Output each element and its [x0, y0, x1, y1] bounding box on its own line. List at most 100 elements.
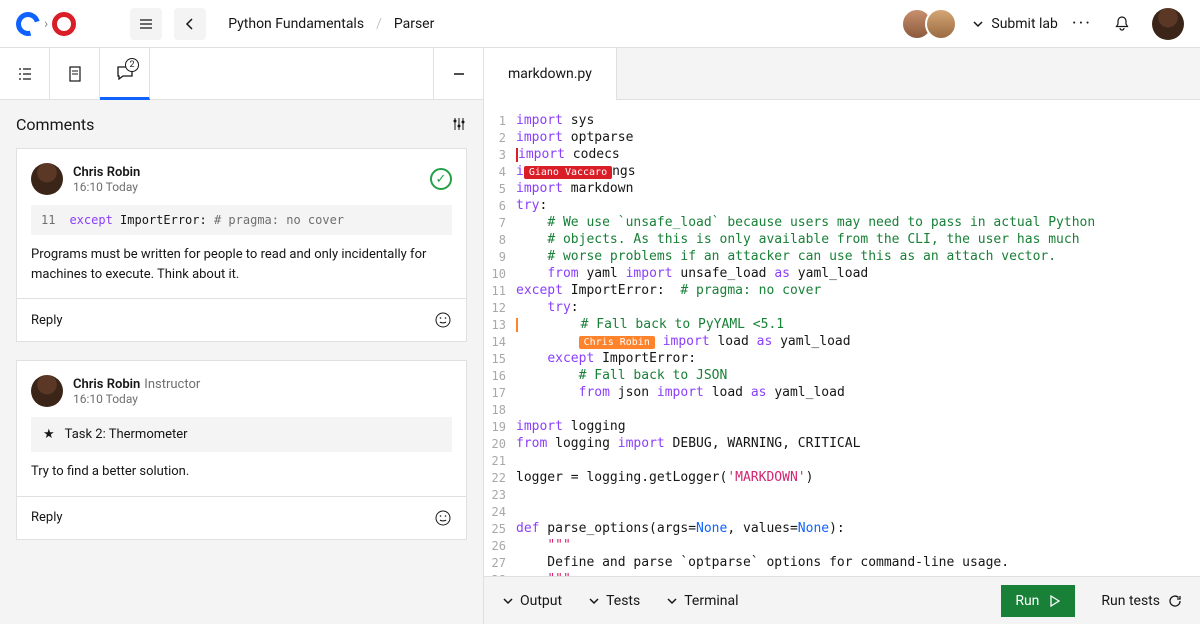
tab-outline[interactable]	[0, 48, 50, 100]
code-line[interactable]: 1import sys	[484, 112, 1200, 129]
code-line[interactable]: 14 Chris Robin import load as yaml_load	[484, 333, 1200, 350]
run-button[interactable]: Run	[1001, 585, 1075, 617]
run-tests-label: Run tests	[1101, 593, 1160, 609]
terminal-label: Terminal	[684, 593, 738, 609]
logo-o-icon	[52, 12, 76, 36]
star-icon: ★	[43, 427, 55, 442]
line-number: 2	[484, 131, 516, 145]
code-line[interactable]: 8 # objects. As this is only available f…	[484, 231, 1200, 248]
document-icon	[66, 65, 84, 83]
code-line[interactable]: 13 # Fall back to PyYAML <5.1	[484, 316, 1200, 333]
task-label: Task 2: Thermometer	[65, 427, 188, 442]
code-line[interactable]: 27 Define and parse `optparse` options f…	[484, 554, 1200, 571]
menu-button[interactable]	[130, 8, 162, 40]
breadcrumb-course[interactable]: Python Fundamentals	[228, 16, 364, 32]
code-line[interactable]: 9 # worse problems if an attacker can us…	[484, 248, 1200, 265]
filter-icon[interactable]	[451, 116, 467, 132]
code-line[interactable]: 20from logging import DEBUG, WARNING, CR…	[484, 435, 1200, 452]
code-line[interactable]: 26 """	[484, 537, 1200, 554]
file-tabs: markdown.py	[484, 48, 1200, 99]
line-number: 7	[484, 216, 516, 230]
code-line[interactable]: 12 try:	[484, 299, 1200, 316]
file-tab-active[interactable]: markdown.py	[484, 48, 617, 100]
code-editor[interactable]: 1import sys2import optparse3import codec…	[484, 100, 1200, 576]
logo[interactable]: ›	[16, 12, 76, 36]
code-line[interactable]: 2import optparse	[484, 129, 1200, 146]
comment-code-snippet[interactable]: 11except ImportError: # pragma: no cover	[31, 205, 452, 235]
code-line[interactable]: 24	[484, 503, 1200, 520]
code-line[interactable]: 15 except ImportError:	[484, 350, 1200, 367]
bell-icon	[1113, 15, 1131, 33]
line-number: 24	[484, 505, 516, 519]
comment-author: Chris Robin	[73, 377, 140, 392]
refresh-icon	[1168, 594, 1182, 608]
line-number: 10	[484, 267, 516, 281]
reply-button[interactable]: Reply	[31, 510, 63, 525]
chevron-left-icon	[182, 16, 198, 32]
line-number: 11	[484, 284, 516, 298]
chevron-down-icon	[666, 595, 678, 607]
code-line[interactable]: 28 """	[484, 571, 1200, 576]
output-tab[interactable]: Output	[502, 593, 562, 609]
line-number: 6	[484, 199, 516, 213]
submit-lab-button[interactable]: Submit lab	[971, 16, 1058, 32]
breadcrumb-lab[interactable]: Parser	[394, 16, 435, 32]
submit-lab-label: Submit lab	[991, 16, 1058, 32]
tab-files[interactable]	[50, 48, 100, 100]
terminal-tab[interactable]: Terminal	[666, 593, 738, 609]
code-line[interactable]: 6try:	[484, 197, 1200, 214]
tests-tab[interactable]: Tests	[588, 593, 640, 609]
emoji-icon[interactable]	[434, 311, 452, 329]
code-line[interactable]: 22logger = logging.getLogger('MARKDOWN')	[484, 469, 1200, 486]
comments-badge: 2	[125, 58, 139, 72]
code-line[interactable]: 19import logging	[484, 418, 1200, 435]
reply-button[interactable]: Reply	[31, 313, 63, 328]
emoji-icon[interactable]	[434, 509, 452, 527]
code-line[interactable]: 17 from json import load as yaml_load	[484, 384, 1200, 401]
line-number: 8	[484, 233, 516, 247]
play-icon	[1047, 594, 1061, 608]
comment-card: Chris Robin 16:10 Today ✓ 11except Impor…	[16, 148, 467, 342]
line-number: 19	[484, 420, 516, 434]
code-line[interactable]: 25def parse_options(args=None, values=No…	[484, 520, 1200, 537]
collapse-panel-button[interactable]	[433, 48, 483, 100]
back-button[interactable]	[174, 8, 206, 40]
line-number: 12	[484, 301, 516, 315]
comment-time: 16:10 Today	[73, 392, 200, 406]
code-line[interactable]: 4iGiano Vaccarongs	[484, 163, 1200, 180]
tab-comments[interactable]: 2	[100, 48, 150, 100]
code-line[interactable]: 23	[484, 486, 1200, 503]
line-number: 28	[484, 573, 516, 577]
notifications-button[interactable]	[1106, 8, 1138, 40]
line-number: 27	[484, 556, 516, 570]
code-line[interactable]: 10 from yaml import unsafe_load as yaml_…	[484, 265, 1200, 282]
code-line[interactable]: 18	[484, 401, 1200, 418]
chevron-down-icon	[971, 17, 985, 31]
line-number: 1	[484, 114, 516, 128]
code-line[interactable]: 16 # Fall back to JSON	[484, 367, 1200, 384]
run-tests-button[interactable]: Run tests	[1101, 593, 1182, 609]
resolved-icon[interactable]: ✓	[430, 168, 452, 190]
code-line[interactable]: 3import codecs	[484, 146, 1200, 163]
comment-task-ref[interactable]: ★ Task 2: Thermometer	[31, 417, 452, 452]
code-line[interactable]: 11except ImportError: # pragma: no cover	[484, 282, 1200, 299]
code-line[interactable]: 21	[484, 452, 1200, 469]
run-label: Run	[1015, 593, 1039, 609]
comment-role: Instructor	[144, 377, 200, 392]
code-line[interactable]: 7 # We use `unsafe_load` because users m…	[484, 214, 1200, 231]
output-label: Output	[520, 593, 562, 609]
line-number: 21	[484, 454, 516, 468]
collaborator-avatars[interactable]	[901, 8, 957, 40]
more-menu-button[interactable]: ···	[1072, 13, 1092, 34]
line-number: 13	[484, 318, 516, 332]
line-number: 5	[484, 182, 516, 196]
line-number: 22	[484, 471, 516, 485]
tests-label: Tests	[606, 593, 640, 609]
chevron-down-icon	[588, 595, 600, 607]
code-line[interactable]: 5import markdown	[484, 180, 1200, 197]
editor-pane: 1import sys2import optparse3import codec…	[484, 100, 1200, 624]
avatar	[31, 375, 63, 407]
user-avatar[interactable]	[1152, 8, 1184, 40]
avatar	[31, 163, 63, 195]
line-number: 16	[484, 369, 516, 383]
